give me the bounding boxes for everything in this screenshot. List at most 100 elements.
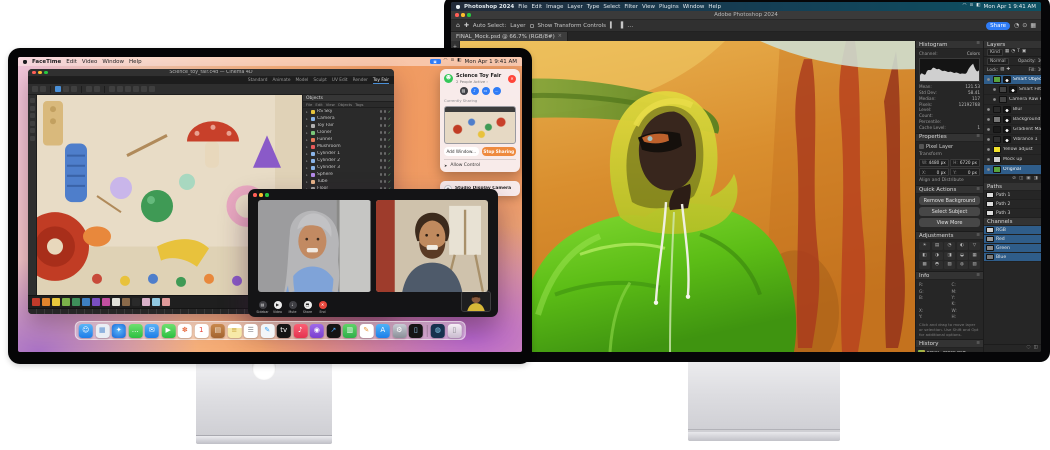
layer-row[interactable]: Gradient Map 1 [984,125,1041,135]
object-row[interactable]: ▸ Cylinder 3 ✓ [303,164,394,171]
c4d-generator-icon[interactable] [125,86,131,92]
dock-reminders-icon[interactable]: ☰ [244,324,258,338]
transform-section-label[interactable]: Transform [919,152,980,157]
video-tile-participant-1[interactable] [258,200,371,292]
threshold-icon[interactable]: ◍ [957,261,968,269]
menu-item[interactable]: Filter [624,4,638,10]
share-button[interactable]: Share [986,22,1010,30]
info-panel-header[interactable]: Info≡ [916,272,983,280]
layer-row[interactable]: Background [984,115,1041,125]
facetime-mute-button[interactable]: ♩ [289,301,297,309]
layer-row[interactable]: Yellow adjust [984,145,1041,155]
c4d-model-mode-icon[interactable] [30,121,35,126]
invert-icon[interactable]: ◓ [932,261,943,269]
material-swatch[interactable] [132,298,140,306]
transform-field[interactable]: W:4480 px [919,159,949,167]
apple-menu-icon[interactable] [456,5,460,9]
video-tile-participant-2[interactable] [376,200,489,292]
messages-button[interactable]: … [493,87,501,95]
transform-controls-checkbox[interactable] [530,24,534,28]
layer-row[interactable]: Vibrance 1 [984,135,1041,145]
objects-menu-item[interactable]: Tags [355,102,363,107]
wifi-icon[interactable]: ◠ [963,4,967,9]
vibrance-icon[interactable]: ▽ [969,242,980,250]
paths-panel-header[interactable]: Paths≡ [984,183,1041,191]
layers-panel-header[interactable]: Layers≡ [984,41,1041,49]
layer-visibility-icon[interactable] [987,158,990,161]
channel-row[interactable]: Green ⌘4 [984,244,1041,253]
add-mask-icon[interactable]: ▣ [1026,177,1030,182]
menu-item[interactable]: File [518,4,527,10]
add-window-button[interactable]: Add Window... [444,147,479,156]
apple-menu-icon[interactable] [23,60,27,64]
panel-menu-icon[interactable]: ≡ [976,42,980,47]
menu-item[interactable]: Layer [567,4,582,10]
load-selection-icon[interactable]: ◌ [1027,346,1031,351]
path-row[interactable]: Path 3 [984,209,1041,218]
facetime-share-button[interactable]: ⬒ [304,301,312,309]
photo-filter-icon[interactable]: ◒ [957,252,968,260]
layout-tab[interactable]: Standard [248,78,268,83]
object-row[interactable]: ▸ Cylinder 1 ✓ [303,150,394,157]
object-row[interactable]: ▸ Tube ✓ [303,178,394,185]
menu-item[interactable]: Edit [66,59,77,65]
posterize-icon[interactable]: ▧ [944,261,955,269]
history-snapshot-row[interactable]: FINAL_Mock.psd [916,348,983,352]
c4d-workplane-icon[interactable] [30,136,35,141]
fill-value[interactable]: 100% [1038,68,1041,73]
dock-music-icon[interactable]: ♪ [293,324,307,338]
link-layers-icon[interactable]: ⊘ [1012,177,1016,182]
align-section-label[interactable]: Align and Distribute [919,178,964,183]
c4d-spline-icon[interactable] [117,86,123,92]
menu-item[interactable]: Window [683,4,705,10]
channel-mixer-icon[interactable]: ▦ [969,252,980,260]
object-row[interactable]: ▸ Camera ✓ [303,115,394,122]
menu-item[interactable]: Select [603,4,620,10]
wifi-icon[interactable]: ◠ [444,59,448,64]
material-swatch[interactable] [52,298,60,306]
material-swatch[interactable] [112,298,120,306]
notifications-icon[interactable]: ◔ [1014,23,1019,29]
history-panel-header[interactable]: History≡ [916,340,983,348]
layer-row[interactable]: Mock up [984,155,1041,165]
self-view-tile[interactable] [461,291,491,312]
objects-menu-item[interactable]: View [326,102,335,107]
menu-item[interactable]: Type [587,4,600,10]
align-left-icon[interactable]: ▍ [610,23,615,29]
dock-trash-icon[interactable]: ▯ [447,324,461,338]
screen-share-button[interactable]: ▭ [482,87,490,95]
layer-visibility-icon[interactable] [987,108,990,111]
layer-visibility-icon[interactable] [987,78,990,81]
objects-menu-item[interactable]: File [306,102,312,107]
menu-bar-clock[interactable]: Mon Apr 1 9:41 AM [465,59,517,65]
mic-toggle-button[interactable]: ♪ [471,87,479,95]
c4d-light-icon[interactable] [149,86,155,92]
minimize-window-button[interactable] [259,193,263,197]
path-row[interactable]: Path 1 [984,191,1041,200]
app-menu-photoshop[interactable]: Photoshop 2024 [464,4,514,10]
opacity-value[interactable]: 100% [1038,59,1041,64]
dock-stocks-icon[interactable]: ↗ [326,324,340,338]
layout-tab[interactable]: Animate [272,78,290,83]
color-lookup-icon[interactable]: ▩ [919,261,930,269]
layer-row[interactable]: Camera Raw Filter [984,95,1041,105]
material-swatch[interactable] [122,298,130,306]
c4d-camera-icon[interactable] [141,86,147,92]
align-center-icon[interactable]: ▐ [619,23,624,29]
channel-dropdown[interactable]: Colors [967,51,980,57]
search-tool-icon[interactable]: ⊙ [1022,23,1027,29]
menu-item[interactable]: Plugins [659,4,679,10]
c4d-redo-icon[interactable] [40,86,46,92]
quick-action-button[interactable]: Remove Background [919,196,980,205]
menu-item[interactable]: Image [546,4,563,10]
dock-pages-icon[interactable]: ✎ [359,324,373,338]
menu-item[interactable]: Window [102,59,124,65]
adjustments-panel-header[interactable]: Adjustments≡ [916,232,983,240]
color-balance-icon[interactable]: ◑ [932,252,943,260]
control-center-icon[interactable]: ◧ [457,59,461,64]
dock-launchpad-icon[interactable]: ▦ [95,324,109,338]
layout-tab[interactable]: Render [353,78,368,83]
transform-field[interactable]: H:6720 px [950,159,980,167]
object-row[interactable]: ▸ Cylinder 2 ✓ [303,157,394,164]
quick-action-button[interactable]: View More [919,218,980,227]
